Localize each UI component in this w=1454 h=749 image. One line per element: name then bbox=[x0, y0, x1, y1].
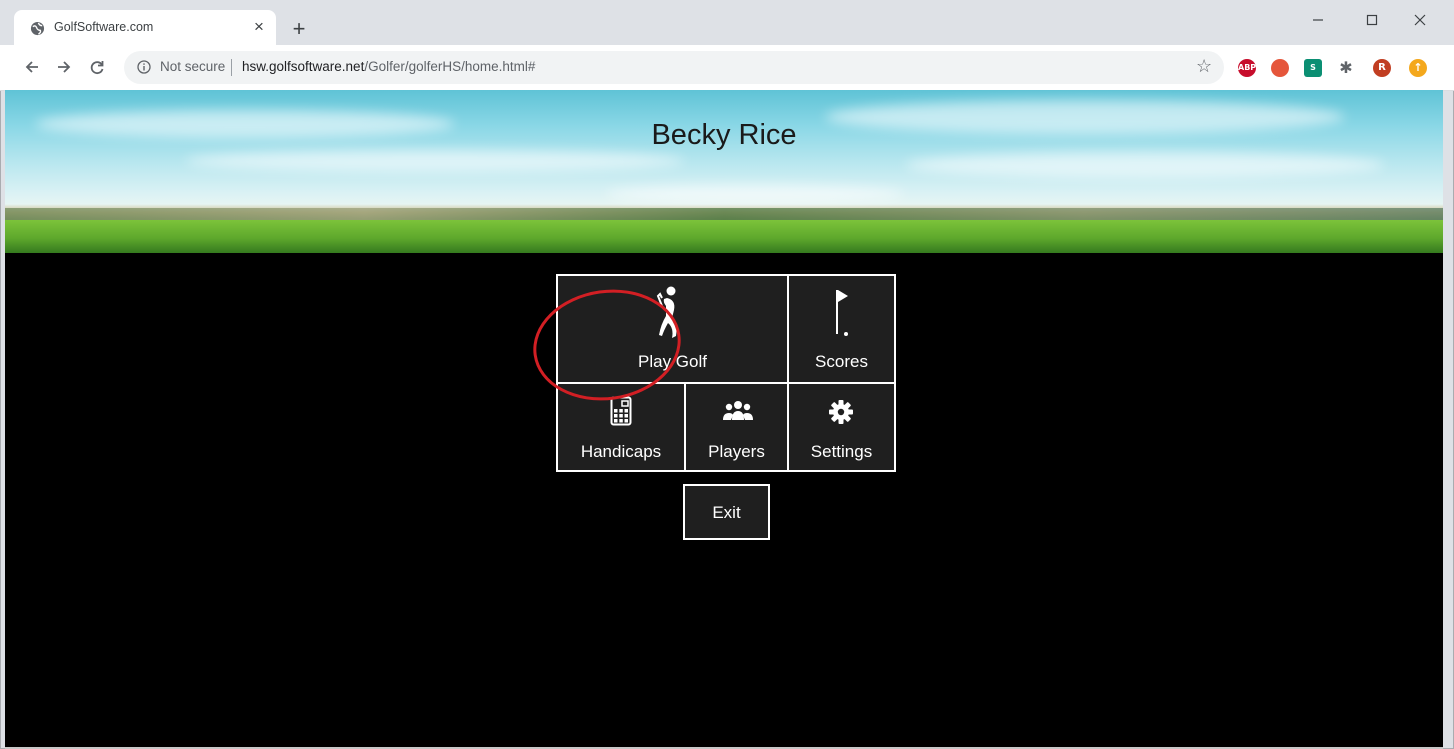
info-icon[interactable] bbox=[137, 60, 151, 74]
close-window-icon[interactable] bbox=[1405, 8, 1435, 32]
header-banner: Becky Rice bbox=[5, 90, 1443, 253]
adblock-extension-icon[interactable]: ABP bbox=[1238, 59, 1256, 77]
scores-button[interactable]: Scores bbox=[787, 274, 896, 384]
exit-button[interactable]: Exit bbox=[683, 484, 770, 540]
puzzle-extensions-icon[interactable]: ✱ bbox=[1337, 59, 1355, 77]
url-text[interactable]: hsw.golfsoftware.net/Golfer/golferHS/hom… bbox=[242, 59, 535, 74]
settings-button[interactable]: Settings bbox=[787, 382, 896, 472]
players-button[interactable]: Players bbox=[684, 382, 789, 472]
divider bbox=[231, 59, 232, 76]
extension-icon[interactable] bbox=[1271, 59, 1289, 77]
gear-icon bbox=[829, 400, 853, 424]
url-host: hsw.golfsoftware.net bbox=[242, 59, 365, 74]
group-icon bbox=[723, 401, 753, 420]
forward-arrow-icon[interactable] bbox=[53, 56, 75, 78]
profile-avatar[interactable]: R bbox=[1373, 59, 1391, 77]
scores-label: Scores bbox=[815, 352, 868, 371]
exit-label: Exit bbox=[712, 503, 741, 522]
globe-icon bbox=[30, 21, 45, 36]
update-icon[interactable]: ↑ bbox=[1409, 59, 1427, 77]
reload-icon[interactable] bbox=[86, 56, 108, 78]
browser-tab[interactable]: GolfSoftware.com × bbox=[14, 10, 276, 46]
flag-icon bbox=[836, 290, 848, 336]
players-label: Players bbox=[708, 442, 765, 461]
tab-title: GolfSoftware.com bbox=[54, 20, 154, 34]
maximize-icon[interactable] bbox=[1357, 8, 1387, 32]
security-status: Not secure bbox=[160, 59, 226, 74]
settings-label: Settings bbox=[810, 442, 873, 461]
browser-toolbar: Not secure hsw.golfsoftware.net/Golfer/g… bbox=[0, 45, 1454, 91]
minimize-icon[interactable] bbox=[1303, 8, 1333, 32]
back-arrow-icon[interactable] bbox=[21, 56, 43, 78]
tab-strip: GolfSoftware.com × + bbox=[0, 0, 1454, 46]
player-name: Becky Rice bbox=[651, 119, 797, 151]
s-extension-icon[interactable]: S bbox=[1304, 59, 1322, 77]
handicaps-label: Handicaps bbox=[580, 442, 662, 461]
address-bar[interactable]: Not secure hsw.golfsoftware.net/Golfer/g… bbox=[124, 51, 1224, 84]
new-tab-button[interactable]: + bbox=[287, 18, 311, 42]
bookmark-star-icon[interactable]: ☆ bbox=[1196, 56, 1212, 77]
calculator-icon bbox=[610, 396, 632, 426]
url-path: /Golfer/golferHS/home.html# bbox=[364, 59, 536, 74]
close-tab-icon[interactable]: × bbox=[248, 16, 270, 38]
